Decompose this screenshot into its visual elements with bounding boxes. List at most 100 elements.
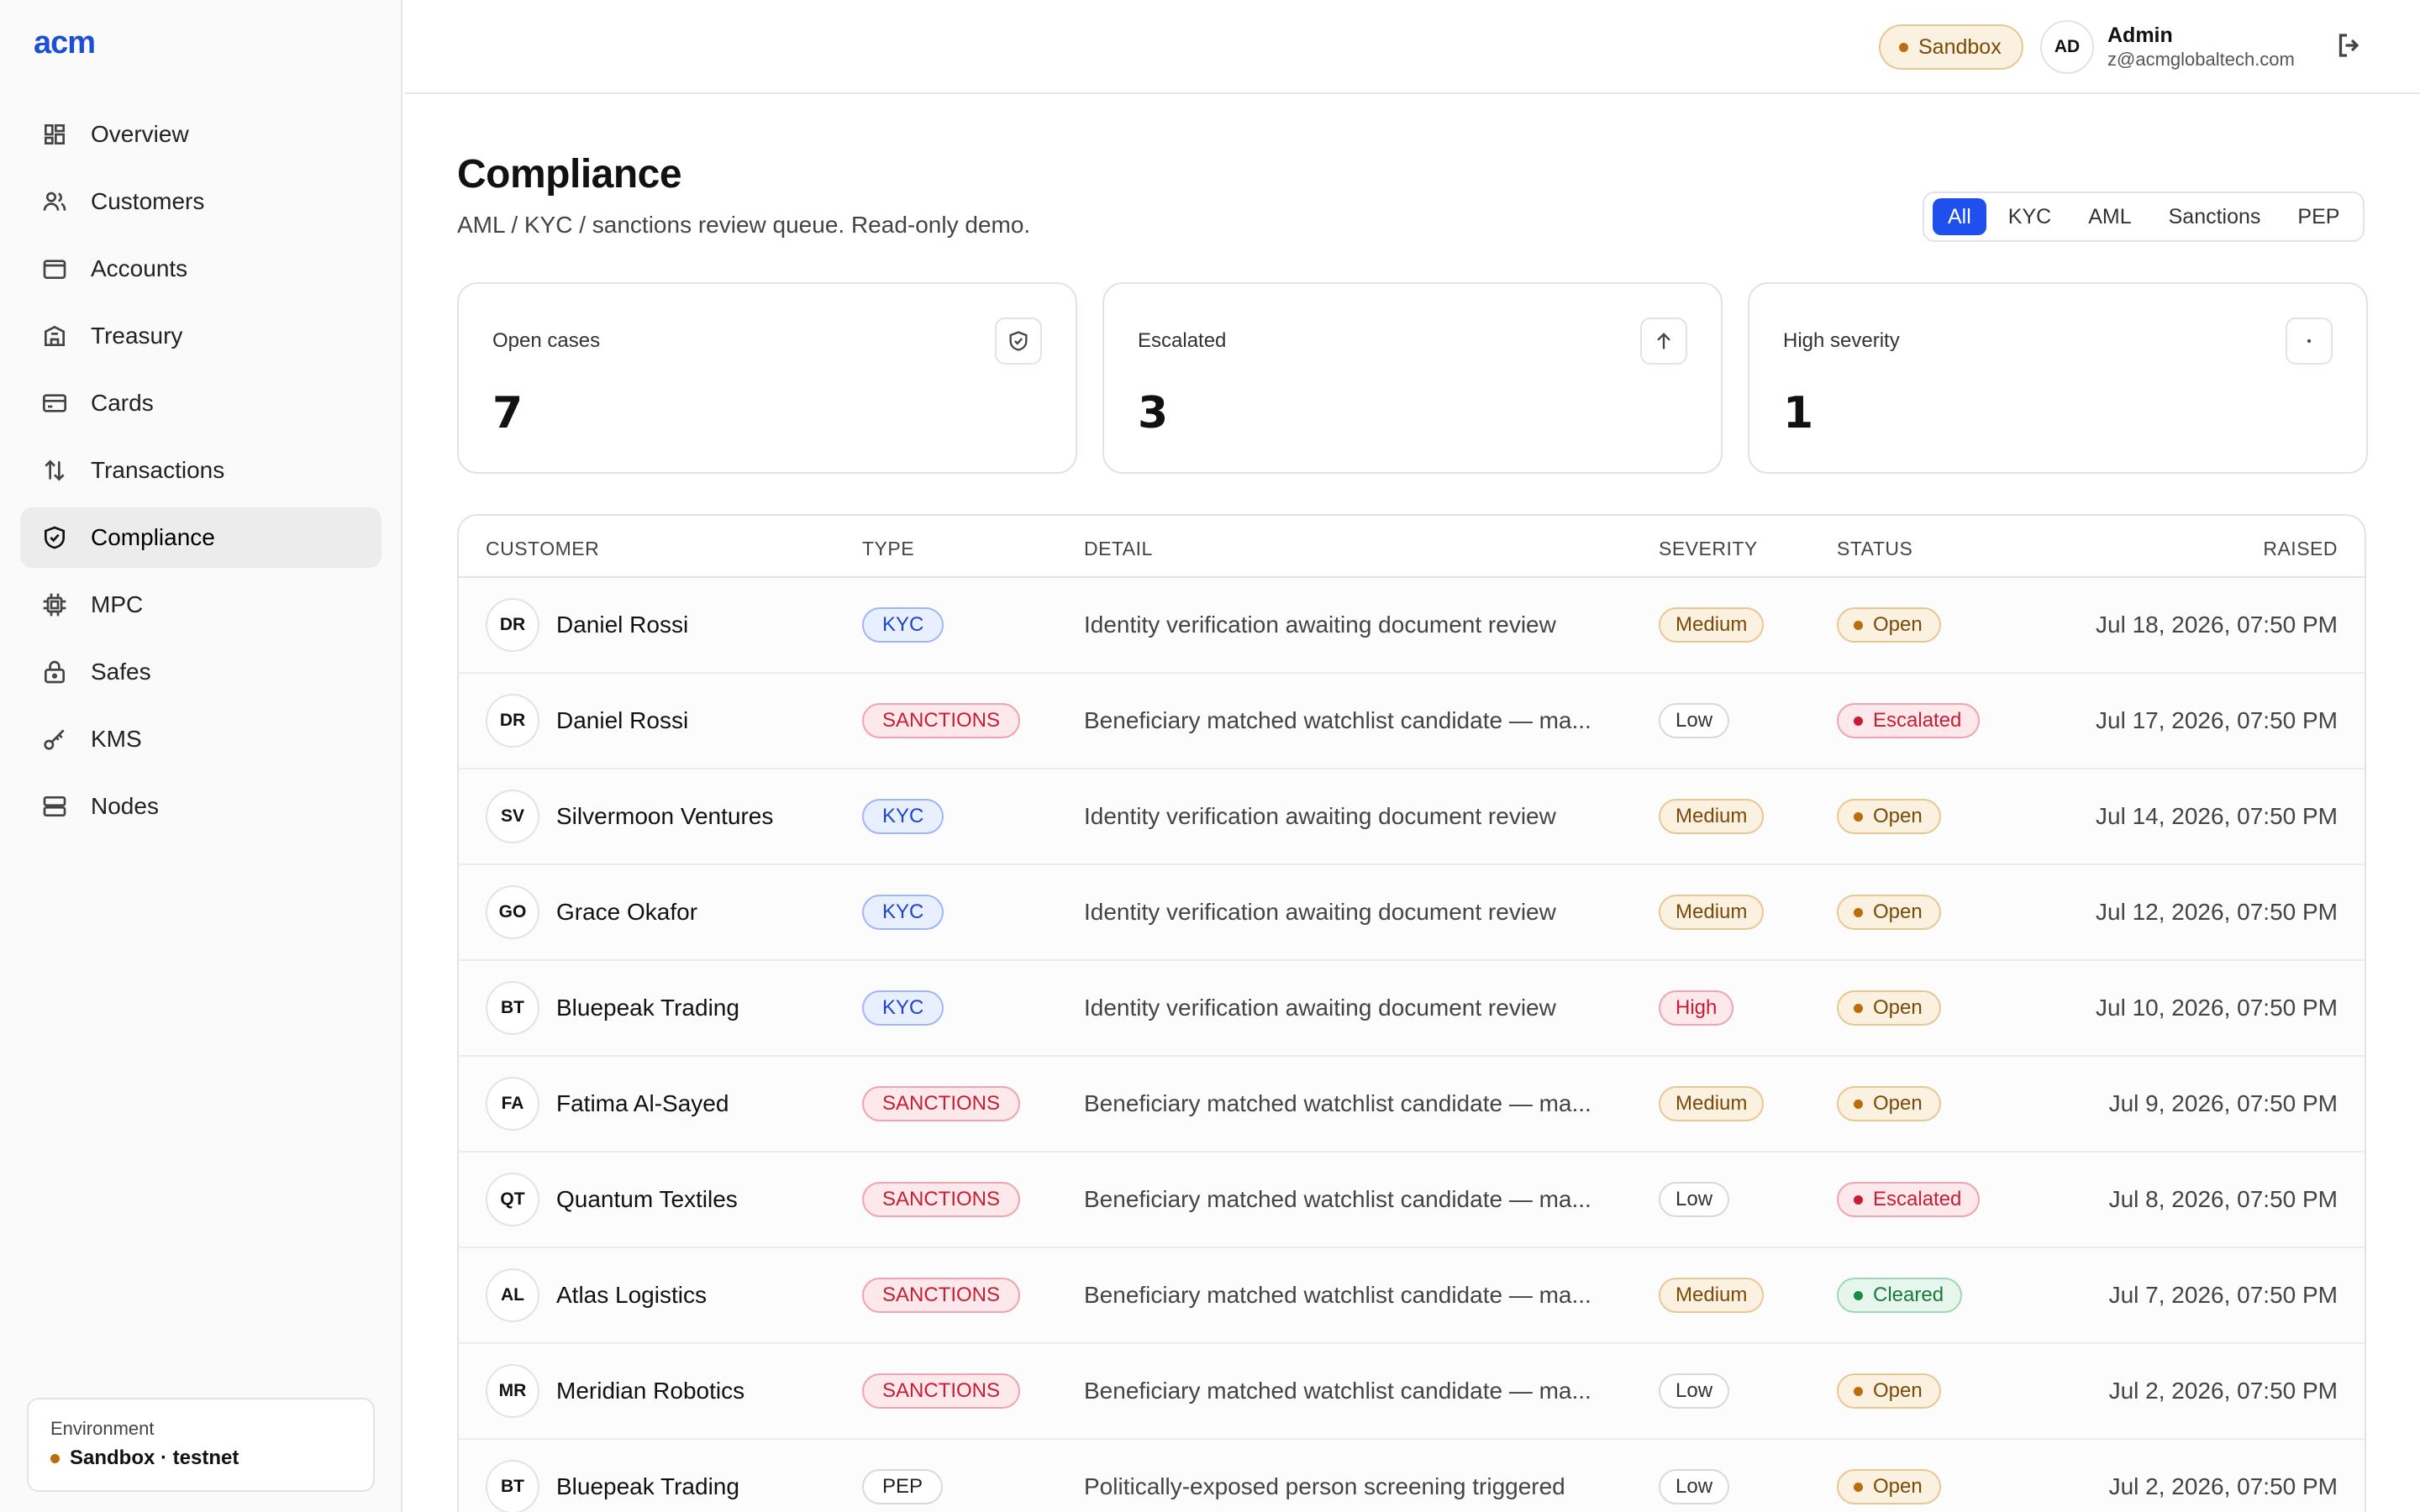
stat-card-high-severity: High severity 1	[1748, 282, 2368, 474]
column-header-raised[interactable]: RAISED	[2263, 538, 2338, 560]
sidebar-item-compliance[interactable]: Compliance	[20, 507, 381, 568]
status-dot-icon	[1854, 1099, 1863, 1109]
table-row[interactable]: BT Bluepeak Trading PEP Politically-exposed…	[459, 1440, 2365, 1512]
customer-name[interactable]: Daniel Rossi	[556, 612, 688, 638]
avatar: AL	[486, 1268, 539, 1322]
raised-date: Jul 12, 2026, 07:50 PM	[2096, 899, 2338, 925]
raised-date: Jul 18, 2026, 07:50 PM	[2096, 612, 2338, 638]
raised-date: Jul 9, 2026, 07:50 PM	[2108, 1090, 2338, 1116]
type-badge: SANCTIONS	[862, 1086, 1021, 1121]
status-badge: Open	[1837, 1373, 1941, 1409]
app-logo[interactable]: acm	[34, 25, 96, 61]
customer-name[interactable]: Atlas Logistics	[556, 1282, 707, 1309]
detail-cell: Beneficiary matched watchlist candidate …	[1084, 1152, 1591, 1247]
severity-cell: Low	[1659, 1440, 1730, 1512]
environment-value: Sandbox · testnet	[50, 1446, 351, 1470]
raised-cell: Jul 14, 2026, 07:50 PM	[2096, 769, 2338, 864]
column-header-customer[interactable]: CUSTOMER	[486, 538, 599, 560]
raised-cell: Jul 2, 2026, 07:50 PM	[2109, 1344, 2338, 1438]
table-row[interactable]: FA Fatima Al-Sayed SANCTIONS Beneficiary ma…	[459, 1057, 2365, 1152]
sidebar-item-label: Cards	[91, 390, 154, 416]
table-row[interactable]: MR Meridian Robotics SANCTIONS Beneficiary …	[459, 1344, 2365, 1440]
sidebar-item-transactions[interactable]: Transactions	[20, 440, 381, 501]
severity-cell: Low	[1659, 1152, 1730, 1247]
filter-tab-kyc[interactable]: KYC	[1993, 198, 2066, 235]
sidebar-item-overview[interactable]: Overview	[20, 104, 381, 165]
status-label: Escalated	[1873, 1188, 1962, 1210]
filter-tab-pep[interactable]: PEP	[2282, 198, 2354, 235]
severity-badge: High	[1659, 990, 1734, 1026]
severity-cell: Medium	[1659, 865, 1765, 959]
logout-icon	[2338, 34, 2360, 57]
table-row[interactable]: BT Bluepeak Trading KYC Identity verificati…	[459, 961, 2365, 1057]
column-header-status[interactable]: STATUS	[1837, 538, 1912, 560]
table-row[interactable]: DR Daniel Rossi KYC Identity verification a…	[459, 578, 2365, 674]
raised-cell: Jul 12, 2026, 07:50 PM	[2096, 865, 2338, 959]
detail-text: Beneficiary matched watchlist candidate …	[1084, 1378, 1591, 1404]
environment-card: Environment Sandbox · testnet	[27, 1398, 375, 1492]
filter-tab-aml[interactable]: AML	[2073, 198, 2146, 235]
table-row[interactable]: QT Quantum Textiles SANCTIONS Beneficiary m…	[459, 1152, 2365, 1248]
environment-pill[interactable]: Sandbox	[1879, 24, 2023, 70]
user-avatar[interactable]: AD	[2040, 20, 2094, 74]
filter-tab-all[interactable]: All	[1933, 198, 1986, 235]
customer-cell: QT Quantum Textiles	[486, 1152, 738, 1247]
sidebar-item-accounts[interactable]: Accounts	[20, 239, 381, 299]
type-badge: SANCTIONS	[862, 1182, 1021, 1217]
column-header-severity[interactable]: SEVERITY	[1659, 538, 1758, 560]
status-dot-icon	[1854, 716, 1863, 726]
sidebar-item-nodes[interactable]: Nodes	[20, 776, 381, 837]
table-row[interactable]: DR Daniel Rossi SANCTIONS Beneficiary match…	[459, 674, 2365, 769]
detail-text: Identity verification awaiting document …	[1084, 995, 1556, 1021]
arrow-up-icon	[1640, 318, 1687, 365]
table-row[interactable]: GO Grace Okafor KYC Identity verification a…	[459, 865, 2365, 961]
column-header-detail[interactable]: DETAIL	[1084, 538, 1153, 560]
type-badge: KYC	[862, 799, 944, 834]
detail-text: Identity verification awaiting document …	[1084, 803, 1556, 829]
customer-name[interactable]: Daniel Rossi	[556, 707, 688, 734]
severity-badge: Low	[1659, 1469, 1730, 1504]
detail-text: Beneficiary matched watchlist candidate …	[1084, 1090, 1591, 1116]
column-header-type[interactable]: TYPE	[862, 538, 914, 560]
customer-name[interactable]: Meridian Robotics	[556, 1378, 744, 1404]
raised-date: Jul 14, 2026, 07:50 PM	[2096, 803, 2338, 829]
detail-cell: Politically-exposed person screening tri…	[1084, 1440, 1565, 1512]
status-badge: Cleared	[1837, 1278, 1963, 1313]
table-row[interactable]: SV Silvermoon Ventures KYC Identity verific…	[459, 769, 2365, 865]
status-cell: Open	[1837, 578, 1941, 672]
sidebar-item-kms[interactable]: KMS	[20, 709, 381, 769]
status-badge: Open	[1837, 1469, 1941, 1504]
dashboard-icon	[40, 120, 69, 149]
detail-cell: Beneficiary matched watchlist candidate …	[1084, 674, 1591, 768]
severity-cell: Low	[1659, 1344, 1730, 1438]
stat-card-escalated: Escalated 3	[1102, 282, 1723, 474]
customer-name[interactable]: Bluepeak Trading	[556, 1473, 739, 1500]
wallet-icon	[40, 255, 69, 283]
status-cell: Cleared	[1837, 1248, 1963, 1342]
sidebar-item-safes[interactable]: Safes	[20, 642, 381, 702]
customer-name[interactable]: Silvermoon Ventures	[556, 803, 773, 830]
severity-badge: Medium	[1659, 607, 1765, 643]
customer-name[interactable]: Quantum Textiles	[556, 1186, 738, 1213]
raised-date: Jul 17, 2026, 07:50 PM	[2096, 707, 2338, 733]
customer-name[interactable]: Bluepeak Trading	[556, 995, 739, 1021]
table-row[interactable]: AL Atlas Logistics SANCTIONS Beneficiary ma…	[459, 1248, 2365, 1344]
sidebar-item-label: Overview	[91, 121, 189, 147]
filter-tab-sanctions[interactable]: Sanctions	[2154, 198, 2276, 235]
customer-name[interactable]: Fatima Al-Sayed	[556, 1090, 729, 1117]
sidebar-item-mpc[interactable]: MPC	[20, 575, 381, 635]
customer-cell: DR Daniel Rossi	[486, 674, 688, 768]
severity-cell: Medium	[1659, 578, 1765, 672]
customer-name[interactable]: Grace Okafor	[556, 899, 697, 926]
sidebar-item-customers[interactable]: Customers	[20, 171, 381, 232]
logout-button[interactable]	[2334, 30, 2368, 64]
environment-pill-label: Sandbox	[1918, 34, 2002, 59]
sidebar-item-treasury[interactable]: Treasury	[20, 306, 381, 366]
detail-cell: Beneficiary matched watchlist candidate …	[1084, 1057, 1591, 1151]
sidebar-nav: Overview Customers Accounts Treasury Car…	[20, 104, 381, 843]
raised-cell: Jul 2, 2026, 07:50 PM	[2109, 1440, 2338, 1512]
sidebar-item-cards[interactable]: Cards	[20, 373, 381, 433]
raised-cell: Jul 9, 2026, 07:50 PM	[2109, 1057, 2338, 1151]
severity-badge: Medium	[1659, 895, 1765, 930]
raised-cell: Jul 8, 2026, 07:50 PM	[2109, 1152, 2338, 1247]
